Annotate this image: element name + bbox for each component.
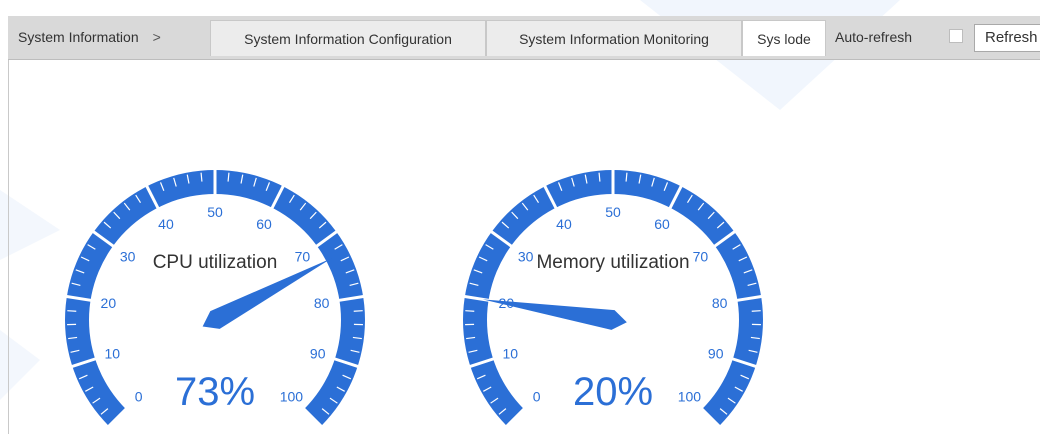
tab-system-information-configuration[interactable]: System Information Configuration xyxy=(210,20,486,56)
refresh-button[interactable]: Refresh xyxy=(974,24,1040,52)
gauge-tick-label: 70 xyxy=(693,249,709,265)
gauge-title: Memory utilization xyxy=(536,252,689,273)
gauge-tick-label: 70 xyxy=(295,249,311,265)
gauge-minor-tick xyxy=(201,173,202,182)
gauge-tick-label: 60 xyxy=(256,216,272,232)
gauge-tick-label: 50 xyxy=(605,204,621,220)
gauge-tick-label: 0 xyxy=(533,388,541,404)
gauge-value-readout: 73% xyxy=(175,370,255,414)
gauge-minor-tick xyxy=(599,173,600,182)
gauge-tick-label: 30 xyxy=(120,249,136,265)
memory-utilization-gauge: 0102030405060708090100Memory utilization… xyxy=(458,150,768,433)
gauge-minor-tick xyxy=(67,311,76,312)
gauge-value-readout: 20% xyxy=(573,370,653,414)
toolbar: System Information > System Information C… xyxy=(8,16,1040,60)
auto-refresh-checkbox[interactable] xyxy=(949,29,963,43)
gauge-minor-tick xyxy=(465,311,474,312)
gauge-tick-label: 80 xyxy=(712,295,728,311)
gauge-tick-label: 30 xyxy=(518,249,534,265)
tab-label: Sys lode xyxy=(757,31,811,47)
tab-sys-lode[interactable]: Sys lode xyxy=(742,20,826,56)
breadcrumb-separator: > xyxy=(153,29,161,45)
gauge-tick-label: 80 xyxy=(314,295,330,311)
tab-system-information-monitoring[interactable]: System Information Monitoring xyxy=(486,20,742,56)
gauge-minor-tick xyxy=(354,311,363,312)
breadcrumb-label: System Information xyxy=(18,29,139,45)
gauge-needle xyxy=(483,299,627,330)
gauge-tick-label: 40 xyxy=(158,216,174,232)
gauge-minor-tick xyxy=(228,173,229,182)
cpu-utilization-gauge: 0 10 20 30 40 50 60 70 80 90 100 CPU utilization 73% xyxy=(60,150,370,433)
gauge-tick-label: 10 xyxy=(104,345,120,361)
gauge-tick-label: 100 xyxy=(280,388,304,404)
gauge-tick-label: 0 xyxy=(135,388,143,404)
gauge-tick-label: 90 xyxy=(708,345,724,361)
auto-refresh-label: Auto-refresh xyxy=(835,16,912,59)
gauge-title: CPU utilization xyxy=(153,252,278,273)
tab-label: System Information Configuration xyxy=(244,31,452,47)
gauge-minor-tick xyxy=(626,173,627,182)
gauge-minor-tick xyxy=(752,311,761,312)
breadcrumb: System Information > xyxy=(18,16,161,59)
gauge-tick-label: 90 xyxy=(310,345,326,361)
gauge-tick-label: 50 xyxy=(207,204,223,220)
gauge-tick-label: 100 xyxy=(678,388,702,404)
gauge-tick-label: 20 xyxy=(101,295,117,311)
gauge-tick-label: 60 xyxy=(654,216,670,232)
tab-label: System Information Monitoring xyxy=(519,31,709,47)
gauge-tick-label: 40 xyxy=(556,216,572,232)
gauge-tick-label: 10 xyxy=(502,345,518,361)
